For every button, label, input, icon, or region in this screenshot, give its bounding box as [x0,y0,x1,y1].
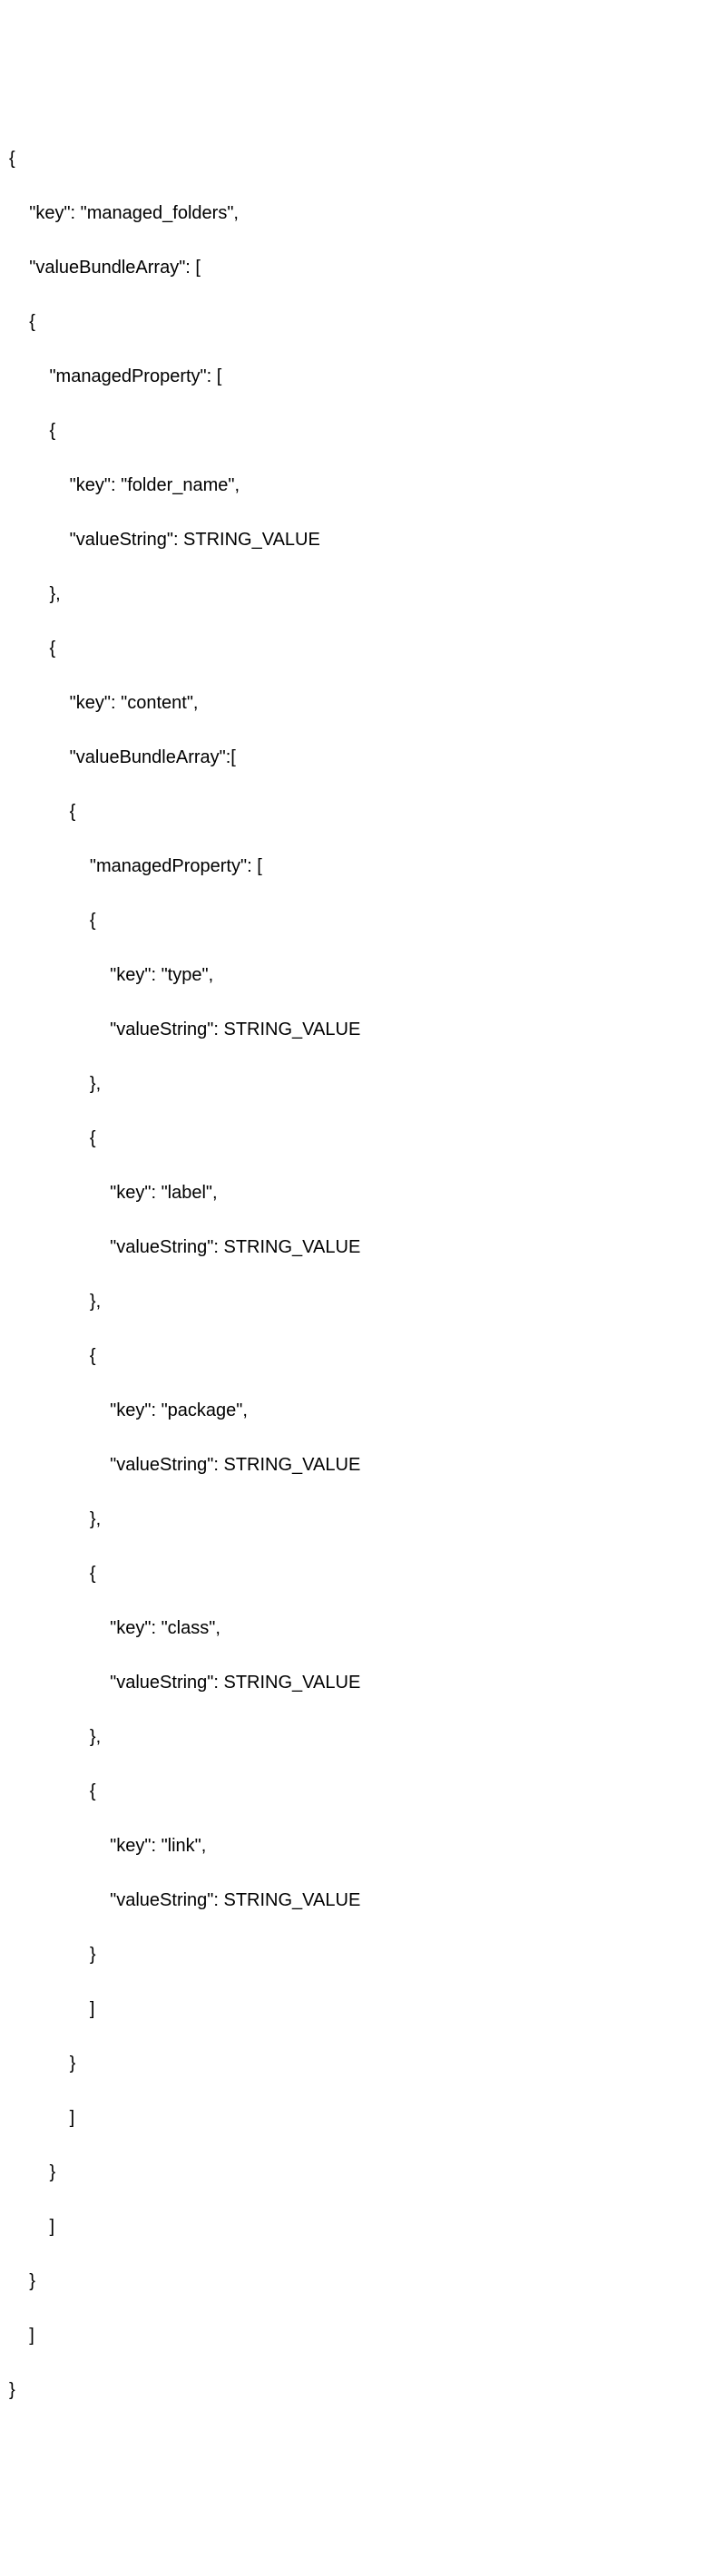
code-line: "valueString": STRING_VALUE [9,1887,706,1914]
code-line: "key": "content", [9,689,706,717]
code-line: "key": "package", [9,1397,706,1424]
code-line: { [9,907,706,934]
code-line: "valueString": STRING_VALUE [9,1451,706,1478]
code-line: { [9,635,706,662]
code-snippet: { "key": "managed_folders", "valueBundle… [9,118,706,2431]
code-line: ] [9,2213,706,2240]
code-line: "valueString": STRING_VALUE [9,1234,706,1261]
code-line: "valueBundleArray":[ [9,744,706,771]
code-line: "valueBundleArray": [ [9,254,706,281]
code-line: }, [9,1506,706,1533]
code-line: "valueString": STRING_VALUE [9,526,706,553]
code-line: ] [9,2322,706,2349]
code-line: "key": "label", [9,1179,706,1206]
code-line: ] [9,1995,706,2023]
code-line: } [9,2268,706,2295]
code-line: } [9,2159,706,2186]
code-line: { [9,1778,706,1805]
code-line: { [9,145,706,172]
code-line: ] [9,2104,706,2132]
code-line: "key": "class", [9,1615,706,1642]
code-line: "managedProperty": [ [9,363,706,390]
code-line: { [9,308,706,336]
code-line: "valueString": STRING_VALUE [9,1016,706,1043]
code-line: { [9,1125,706,1152]
code-line: } [9,2376,706,2404]
code-line: }, [9,1288,706,1315]
code-line: { [9,417,706,444]
code-line: }, [9,1070,706,1098]
code-line: "valueString": STRING_VALUE [9,1669,706,1696]
code-line: { [9,1342,706,1370]
code-line: "key": "folder_name", [9,472,706,499]
code-line: "key": "managed_folders", [9,200,706,227]
code-line: "key": "link", [9,1832,706,1859]
code-line: { [9,798,706,825]
code-line: "key": "type", [9,961,706,989]
code-line: "managedProperty": [ [9,853,706,880]
code-line: }, [9,1723,706,1751]
code-line: { [9,1560,706,1587]
code-line: } [9,1941,706,1968]
code-line: }, [9,581,706,608]
code-line: } [9,2050,706,2077]
